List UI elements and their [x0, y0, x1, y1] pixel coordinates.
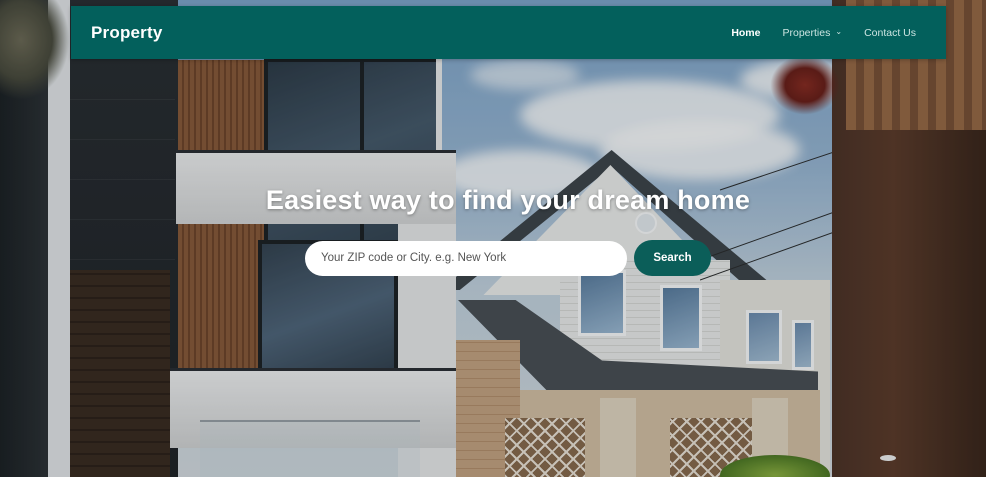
- image-overlay: [0, 0, 986, 477]
- brand-logo[interactable]: Property: [91, 23, 163, 43]
- nav-menu: Home Properties ⌄ Contact Us: [731, 27, 916, 39]
- nav-link-properties[interactable]: Properties ⌄: [783, 27, 843, 39]
- nav-item-properties: Properties ⌄: [783, 27, 843, 39]
- nav-label: Properties: [782, 26, 831, 39]
- nav-item-home: Home: [731, 27, 760, 39]
- navbar: Property Home Properties ⌄ Contact Us: [71, 6, 946, 59]
- nav-item-contact: Contact Us: [864, 27, 916, 39]
- search-input[interactable]: [305, 240, 627, 276]
- hero-title: Easiest way to find your dream home: [265, 185, 751, 215]
- chevron-down-icon: ⌄: [835, 27, 843, 36]
- hero-background-image: [0, 0, 986, 477]
- nav-label: Contact Us: [864, 26, 916, 39]
- hero-heading-wrap: Easiest way to find your dream home: [0, 185, 986, 216]
- nav-link-home[interactable]: Home: [731, 27, 760, 39]
- nav-link-contact[interactable]: Contact Us: [864, 27, 916, 39]
- nav-label: Home: [731, 26, 761, 39]
- search-form: Search: [305, 240, 712, 276]
- property-landing-page: Property Home Properties ⌄ Contact Us Ea…: [0, 0, 986, 477]
- search-button[interactable]: Search: [634, 240, 711, 276]
